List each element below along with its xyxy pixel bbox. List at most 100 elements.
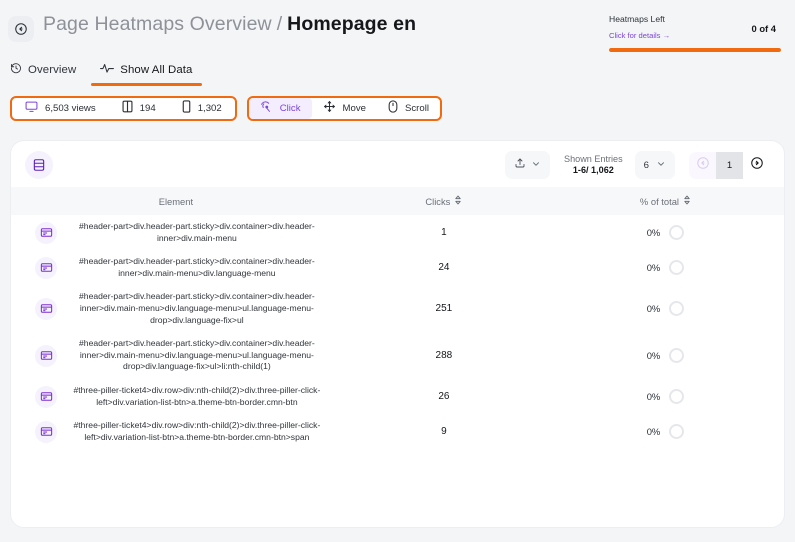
pagination-page-number[interactable]: 1 — [716, 152, 743, 179]
cell-element: #three-piller-ticket4>div.row>div:nth-ch… — [11, 379, 341, 414]
quota-count: 0 of 4 — [752, 23, 777, 34]
mode-click[interactable]: Click — [249, 98, 312, 119]
quota-progress-fill — [609, 48, 781, 52]
percent-value: 0% — [647, 350, 661, 361]
column-header-element: Element — [11, 187, 341, 215]
breadcrumb-parent[interactable]: Page Heatmaps Overview — [43, 13, 272, 36]
table-body: #header-part>div.header-part.sticky>div.… — [11, 215, 784, 449]
mode-move-label: Move — [343, 103, 366, 114]
column-header-percent[interactable]: % of total — [547, 187, 784, 215]
column-header-percent-label: % of total — [640, 196, 679, 207]
quota-details-link[interactable]: Click for details → — [609, 30, 670, 41]
table-row[interactable]: #three-piller-ticket4>div.row>div:nth-ch… — [11, 379, 784, 414]
quota-progress-bar — [609, 48, 781, 52]
cell-clicks: 288 — [341, 332, 547, 379]
element-box-icon — [35, 222, 57, 244]
element-box-icon — [35, 298, 57, 320]
table-row[interactable]: #header-part>div.header-part.sticky>div.… — [11, 332, 784, 379]
heatmaps-quota: Heatmaps Left Click for details → 0 of 4 — [609, 14, 781, 52]
breadcrumb: Page Heatmaps Overview / Homepage en — [43, 13, 609, 36]
tab-show-all-data[interactable]: Show All Data — [100, 61, 192, 86]
sort-updown-icon — [683, 195, 691, 207]
element-selector-text: #three-piller-ticket4>div.row>div:nth-ch… — [57, 385, 341, 408]
element-selector-text: #header-part>div.header-part.sticky>div.… — [57, 221, 341, 244]
table-toolbar-left — [25, 151, 53, 179]
cell-percent: 0% — [547, 332, 784, 379]
cell-clicks: 26 — [341, 379, 547, 414]
percent-value: 0% — [647, 303, 661, 314]
view-tabs: Overview Show All Data — [0, 52, 795, 86]
column-header-clicks[interactable]: Clicks — [341, 187, 547, 215]
stat-desktop-value: 6,503 views — [45, 103, 96, 114]
element-selector-text: #header-part>div.header-part.sticky>div.… — [57, 338, 341, 373]
heatmap-mode-strip: Click Move Scroll — [247, 96, 442, 121]
stat-tablet[interactable]: 194 — [109, 98, 169, 119]
app-root: Page Heatmaps Overview / Homepage en Hea… — [0, 0, 795, 542]
cell-clicks: 9 — [341, 414, 547, 449]
elements-table: Element Clicks — [11, 187, 784, 449]
pagination-next-button[interactable] — [743, 152, 770, 179]
table-row[interactable]: #header-part>div.header-part.sticky>div.… — [11, 285, 784, 332]
column-header-element-label: Element — [159, 196, 193, 207]
click-tap-icon — [260, 100, 273, 118]
back-button[interactable] — [8, 16, 34, 42]
table-header-row: Element Clicks — [11, 187, 784, 215]
per-page-select[interactable]: 6 — [635, 151, 675, 179]
desktop-icon — [25, 100, 38, 118]
element-box-icon — [35, 421, 57, 443]
cell-element: #three-piller-ticket4>div.row>div:nth-ch… — [11, 414, 341, 449]
circle-arrow-left-icon — [14, 22, 28, 36]
table-toolbar: Shown Entries 1-6/ 1,062 6 — [11, 141, 784, 187]
table-database-icon — [25, 151, 53, 179]
chevron-down-icon — [531, 156, 541, 174]
breadcrumb-separator: / — [277, 13, 282, 36]
percent-progress-ring — [669, 348, 684, 363]
per-page-value: 6 — [644, 160, 649, 171]
cell-percent: 0% — [547, 250, 784, 285]
stats-strip-row: 6,503 views 194 1,302 — [0, 86, 795, 121]
mobile-icon — [182, 100, 191, 118]
mode-scroll[interactable]: Scroll — [377, 98, 440, 119]
percent-progress-ring — [669, 389, 684, 404]
element-selector-text: #header-part>div.header-part.sticky>div.… — [57, 291, 341, 326]
cell-element: #header-part>div.header-part.sticky>div.… — [11, 215, 341, 250]
mode-move[interactable]: Move — [312, 98, 377, 119]
mouse-scroll-icon — [388, 100, 398, 118]
tab-overview[interactable]: Overview — [10, 61, 76, 86]
percent-value: 0% — [647, 391, 661, 402]
cell-percent: 0% — [547, 379, 784, 414]
cell-element: #header-part>div.header-part.sticky>div.… — [11, 250, 341, 285]
shown-entries-value: 1-6/ 1,062 — [564, 165, 623, 177]
table-row[interactable]: #three-piller-ticket4>div.row>div:nth-ch… — [11, 414, 784, 449]
data-table-card: Shown Entries 1-6/ 1,062 6 — [10, 140, 785, 528]
element-box-icon — [35, 386, 57, 408]
table-row[interactable]: #header-part>div.header-part.sticky>div.… — [11, 215, 784, 250]
page-header: Page Heatmaps Overview / Homepage en Hea… — [0, 0, 795, 52]
shown-entries: Shown Entries 1-6/ 1,062 — [564, 154, 623, 177]
percent-value: 0% — [647, 426, 661, 437]
percent-progress-ring — [669, 225, 684, 240]
table-row[interactable]: #header-part>div.header-part.sticky>div.… — [11, 250, 784, 285]
export-button[interactable] — [505, 151, 550, 179]
activity-pulse-icon — [100, 61, 114, 79]
chevron-down-icon — [656, 156, 666, 174]
device-stats-strip: 6,503 views 194 1,302 — [10, 96, 237, 121]
pagination: 1 — [689, 152, 770, 179]
cell-element: #header-part>div.header-part.sticky>div.… — [11, 332, 341, 379]
percent-progress-ring — [669, 301, 684, 316]
quota-label: Heatmaps Left — [609, 14, 670, 25]
element-selector-text: #header-part>div.header-part.sticky>div.… — [57, 256, 341, 279]
history-clock-icon — [10, 61, 22, 79]
cell-clicks: 251 — [341, 285, 547, 332]
breadcrumb-current: Homepage en — [287, 13, 416, 36]
export-upload-icon — [514, 156, 526, 174]
stat-mobile-value: 1,302 — [198, 103, 222, 114]
stat-desktop[interactable]: 6,503 views — [12, 98, 109, 119]
element-box-icon — [35, 345, 57, 367]
percent-progress-ring — [669, 424, 684, 439]
pagination-prev-button[interactable] — [689, 152, 716, 179]
percent-progress-ring — [669, 260, 684, 275]
stat-mobile[interactable]: 1,302 — [169, 98, 235, 119]
percent-value: 0% — [647, 262, 661, 273]
table-head: Element Clicks — [11, 187, 784, 215]
